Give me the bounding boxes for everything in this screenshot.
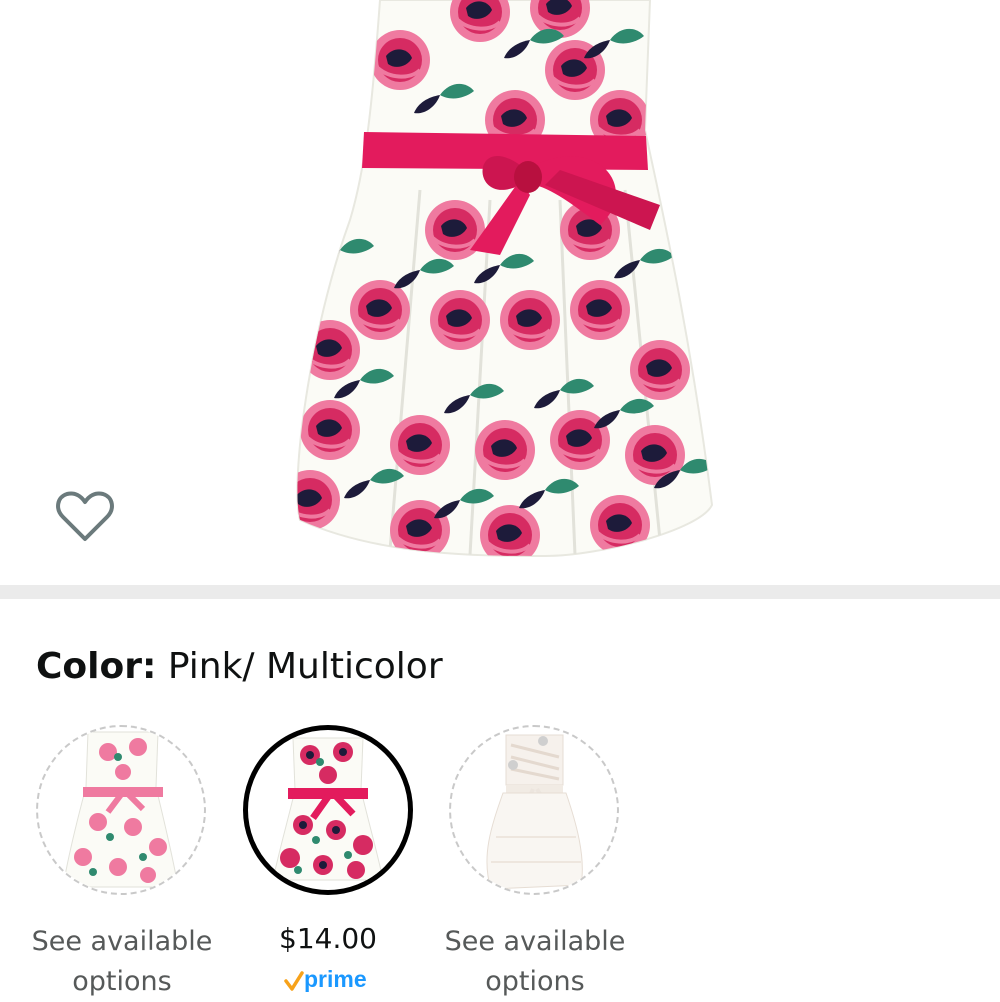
color-selection-label: Color: Pink/ Multicolor	[36, 646, 443, 687]
color-swatch-pink-multicolor[interactable]	[243, 725, 413, 895]
swatch-image	[62, 731, 179, 888]
swatch-3-caption[interactable]: See available options	[425, 922, 645, 1002]
color-label: Color:	[36, 646, 157, 687]
product-image[interactable]	[0, 0, 1000, 585]
swatch-1-caption-line2: options	[72, 966, 172, 997]
prime-logo-icon: prime	[284, 966, 367, 992]
wishlist-heart-button[interactable]	[55, 490, 115, 545]
prime-badge: prime	[282, 965, 382, 997]
product-image-area[interactable]	[0, 0, 1000, 585]
swatch-1-caption-line1: See available	[31, 926, 213, 957]
color-value: Pink/ Multicolor	[167, 646, 443, 687]
swatch-1-caption[interactable]: See available options	[12, 922, 232, 1002]
swatch-2-price[interactable]: $14.00	[268, 922, 388, 955]
swatch-image	[272, 737, 384, 881]
color-swatch-pink-white[interactable]	[36, 725, 206, 895]
swatch-3-caption-line1: See available	[444, 926, 626, 957]
heart-outline-icon	[56, 491, 114, 541]
section-divider	[0, 585, 1000, 599]
color-swatch-white[interactable]	[449, 725, 619, 895]
swatch-3-caption-line2: options	[485, 966, 585, 997]
prime-text: prime	[304, 966, 367, 992]
swatch-image	[486, 734, 583, 890]
